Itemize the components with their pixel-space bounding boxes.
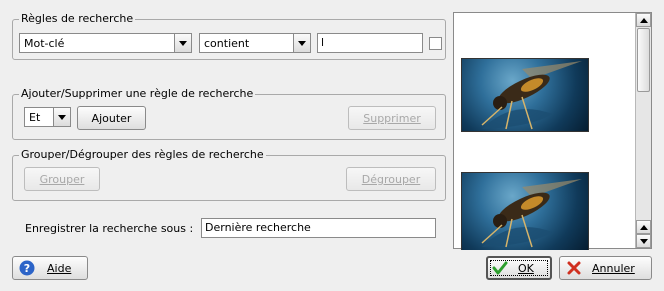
chevron-down-icon [639, 238, 648, 244]
add-button[interactable]: Ajouter [77, 106, 146, 130]
remove-button-label: Supprimer [363, 111, 421, 125]
operator-combo[interactable]: contient [199, 33, 311, 53]
logic-combo-value: Et [29, 110, 41, 124]
help-button[interactable]: ? Aide [12, 256, 88, 280]
ungroup-button-label: Dégrouper [361, 172, 421, 186]
chevron-down-icon [293, 34, 310, 52]
ok-button-label: OK [518, 261, 534, 275]
logic-combo[interactable]: Et [24, 107, 71, 127]
insect-image [481, 179, 582, 248]
rule-value-input[interactable]: l [317, 33, 423, 53]
chevron-up-icon [639, 17, 648, 23]
scroll-down-button[interactable] [636, 234, 651, 248]
add-remove-rule-title: Ajouter/Supprimer une règle de recherche [19, 87, 256, 101]
ok-button[interactable]: OK [486, 256, 552, 280]
group-button-label: Grouper [39, 172, 85, 186]
svg-text:?: ? [24, 262, 30, 275]
cancel-button-label: Annuler [592, 261, 635, 275]
chevron-up-icon [639, 224, 648, 230]
scroll-up-button[interactable] [636, 13, 651, 27]
preview-thumbnail[interactable] [461, 58, 589, 132]
help-icon: ? [19, 260, 35, 276]
search-rules-title: Règles de recherche [19, 12, 136, 26]
cancel-button[interactable]: Annuler [559, 256, 652, 280]
insect-image [481, 61, 582, 130]
preview-thumbnail[interactable] [461, 172, 589, 250]
field-combo-value: Mot-clé [24, 36, 65, 50]
preview-panel[interactable] [453, 12, 652, 250]
chevron-down-icon [53, 108, 70, 126]
checkmark-icon [492, 261, 508, 275]
help-button-label: Aide [47, 261, 72, 275]
add-button-label: Ajouter [91, 111, 132, 125]
preview-scrollbar[interactable] [635, 13, 651, 248]
field-combo[interactable]: Mot-clé [19, 33, 192, 53]
operator-combo-value: contient [204, 36, 250, 50]
scroll-up-button[interactable] [636, 220, 651, 234]
save-search-input[interactable]: Dernière recherche [201, 218, 436, 238]
save-search-label: Enregistrer la recherche sous : [25, 222, 194, 235]
group-button[interactable]: Grouper [24, 167, 100, 191]
scroll-thumb[interactable] [637, 28, 650, 92]
remove-button[interactable]: Supprimer [348, 106, 436, 130]
group-ungroup-title: Grouper/Dégrouper des règles de recherch… [19, 148, 266, 162]
cancel-x-icon [567, 261, 581, 275]
ungroup-button[interactable]: Dégrouper [346, 167, 436, 191]
rule-checkbox[interactable] [429, 37, 442, 50]
chevron-down-icon [174, 34, 191, 52]
